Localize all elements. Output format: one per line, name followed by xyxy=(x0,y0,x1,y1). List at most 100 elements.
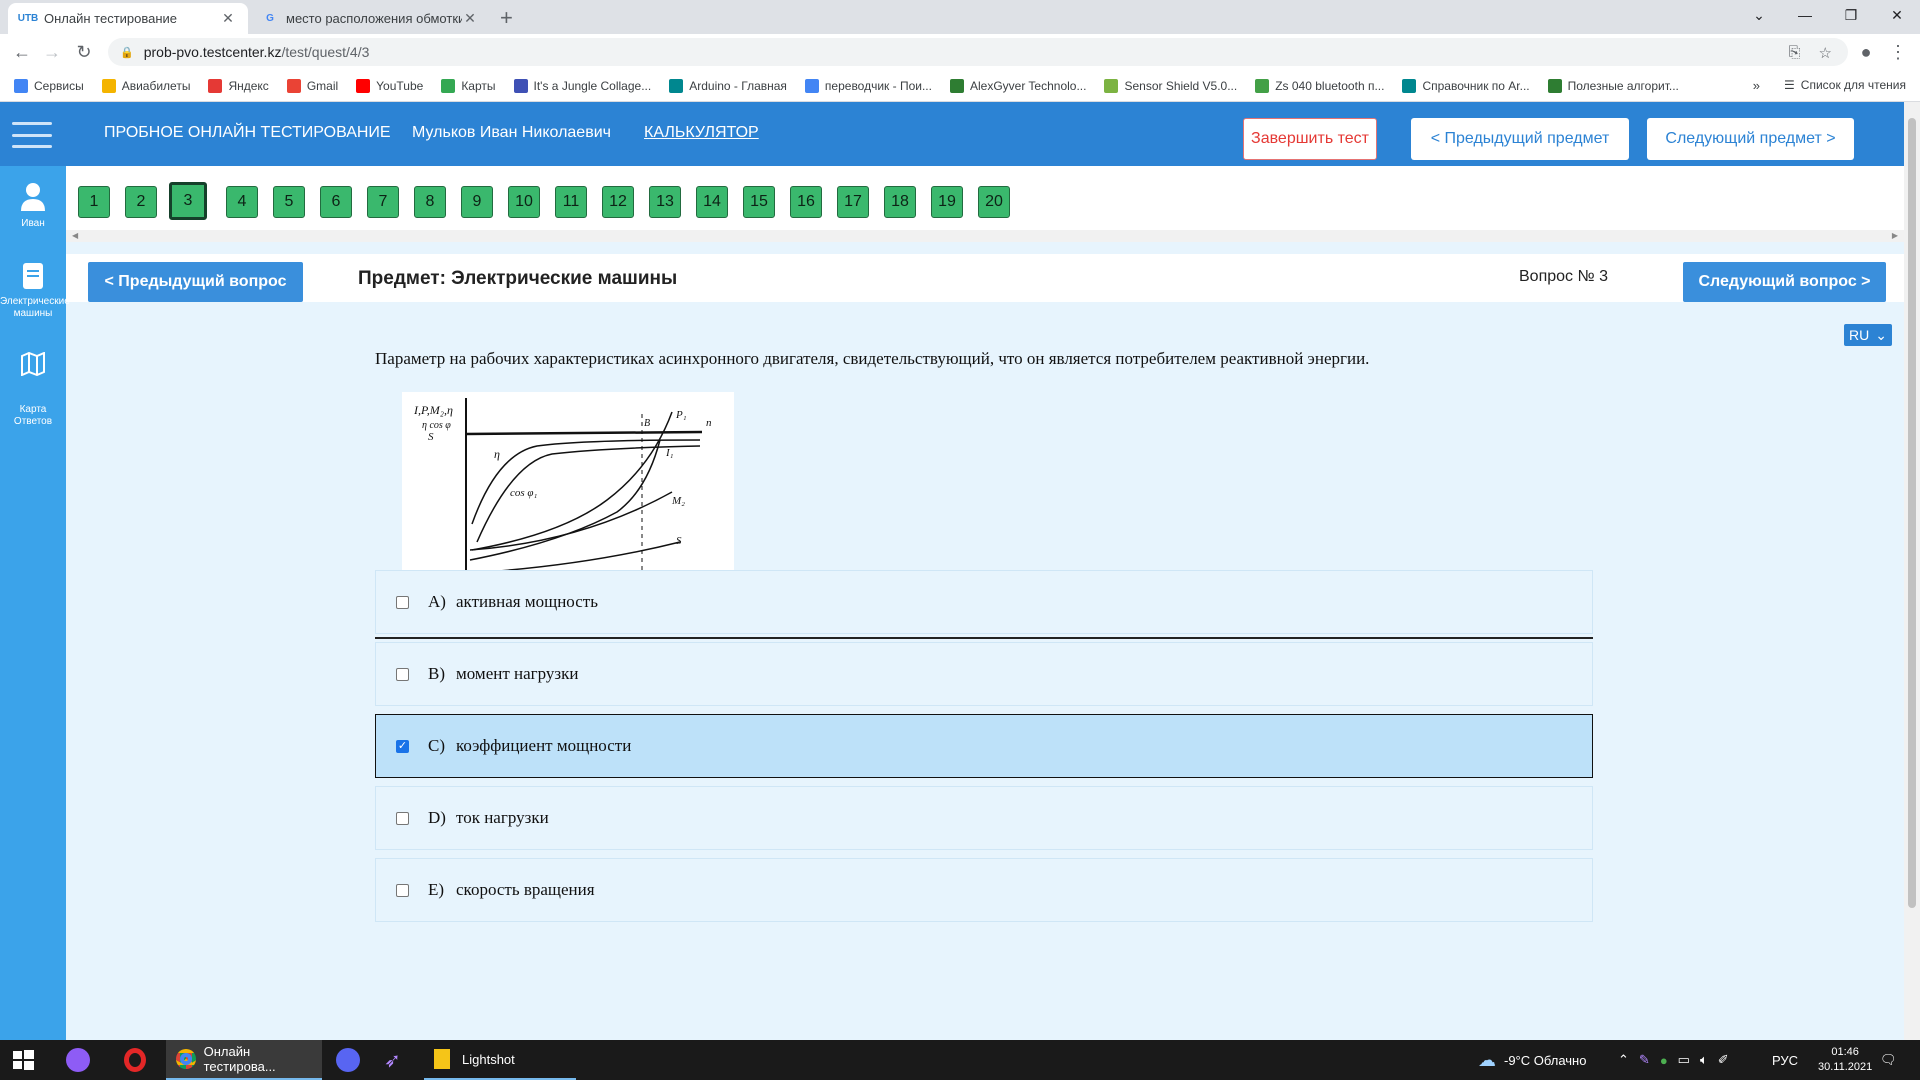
restore-button[interactable]: ❐ xyxy=(1828,0,1874,30)
answer-option[interactable]: D) ток нагрузки xyxy=(375,786,1593,850)
taskbar-app-lightshot[interactable]: Lightshot xyxy=(424,1040,576,1080)
bookmark-item[interactable]: It's a Jungle Collage... xyxy=(513,78,651,93)
question-number-button-10[interactable]: 10 xyxy=(508,186,540,218)
aura-app-icon[interactable] xyxy=(66,1040,90,1080)
checkbox[interactable] xyxy=(396,883,409,897)
url-input[interactable]: 🔒 prob-pvo.testcenter.kz /test/quest/4/3 xyxy=(108,38,1848,66)
notifications-icon[interactable]: 🗨︎ xyxy=(1880,1040,1897,1080)
language-select[interactable]: RU ⌄ xyxy=(1844,324,1892,346)
finish-test-button[interactable]: Завершить тест xyxy=(1243,118,1377,160)
question-number-button-15[interactable]: 15 xyxy=(743,186,775,218)
prev-subject-button[interactable]: < Предыдущий предмет xyxy=(1411,118,1629,160)
menu-kebab-icon[interactable]: ⋮ xyxy=(1886,40,1910,64)
sidebar-item-user[interactable]: Иван xyxy=(0,182,66,230)
pen-input-icon[interactable]: ✐ xyxy=(1718,1052,1729,1068)
bookmark-item[interactable]: Авиабилеты xyxy=(101,78,190,93)
pen-icon[interactable]: ✎ xyxy=(1639,1052,1650,1068)
checkbox[interactable] xyxy=(396,595,409,609)
taskbar-app-chrome[interactable]: Онлайн тестирова... xyxy=(166,1040,322,1080)
forward-arrow-icon[interactable]: → xyxy=(40,40,64,64)
bookmark-item[interactable]: Карты xyxy=(441,78,496,93)
minimize-button[interactable]: — xyxy=(1782,0,1828,30)
back-arrow-icon[interactable]: ← xyxy=(10,40,34,64)
question-number-button-5[interactable]: 5 xyxy=(273,186,305,218)
bookmark-item[interactable]: переводчик - Пои... xyxy=(804,78,932,93)
shield-check-icon[interactable]: ● xyxy=(1660,1053,1668,1068)
bookmark-item[interactable]: Arduino - Главная xyxy=(669,78,787,93)
reload-icon[interactable]: ↻ xyxy=(72,40,96,64)
bookmark-item[interactable]: Яндекс xyxy=(208,78,269,93)
bookmark-item[interactable]: Gmail xyxy=(286,78,338,93)
tab-search[interactable]: G место расположения обмотки ✕ xyxy=(250,3,490,34)
answer-option[interactable]: A) активная мощность xyxy=(375,570,1593,634)
question-number-button-4[interactable]: 4 xyxy=(226,186,258,218)
volume-icon[interactable]: 🔈︎ xyxy=(1700,1052,1708,1068)
question-number-button-16[interactable]: 16 xyxy=(790,186,822,218)
weather-widget[interactable]: ☁ -9°C Облачно xyxy=(1478,1040,1586,1080)
bookmark-item[interactable]: YouTube xyxy=(356,78,423,93)
close-icon[interactable]: ✕ xyxy=(220,10,236,27)
sidebar-item-answer-map[interactable]: Карта Ответов xyxy=(0,352,66,428)
answer-option[interactable]: E) скорость вращения xyxy=(375,858,1593,922)
input-language[interactable]: РУС xyxy=(1772,1040,1798,1080)
translate-icon[interactable]: ⎘ xyxy=(1789,44,1801,62)
scroll-left-icon[interactable]: ◀ xyxy=(72,231,78,240)
bookmark-item[interactable]: Справочник по Ar... xyxy=(1402,78,1530,93)
discord-icon[interactable] xyxy=(336,1040,360,1080)
question-number-button-9[interactable]: 9 xyxy=(461,186,493,218)
prev-question-button[interactable]: < Предыдущий вопрос xyxy=(88,262,303,302)
sidebar-item-subject[interactable]: Электрические машины xyxy=(0,262,70,320)
horizontal-scrollbar[interactable]: ◀ ▶ xyxy=(66,230,1904,242)
question-number-button-17[interactable]: 17 xyxy=(837,186,869,218)
bookmark-item[interactable]: Zs 040 bluetooth п... xyxy=(1255,78,1384,93)
question-number-button-1[interactable]: 1 xyxy=(78,186,110,218)
bookmark-item[interactable]: Полезные алгорит... xyxy=(1547,78,1679,93)
lock-icon: 🔒 xyxy=(120,46,134,59)
scrollbar-thumb[interactable] xyxy=(1908,118,1916,908)
clock[interactable]: 01:46 30.11.2021 xyxy=(1818,1040,1872,1080)
hamburger-menu-icon[interactable] xyxy=(12,122,52,148)
question-number-button-20[interactable]: 20 xyxy=(978,186,1010,218)
tab-online-testing[interactable]: UTB Онлайн тестирование ✕ xyxy=(8,3,248,34)
profile-avatar-icon[interactable]: ● xyxy=(1854,40,1878,64)
figure-label-s: S xyxy=(676,535,682,547)
vertical-scrollbar[interactable] xyxy=(1904,102,1920,1040)
bookmarks-more-button[interactable]: » xyxy=(1753,78,1760,93)
new-tab-button[interactable]: + xyxy=(500,5,513,31)
question-number-button-18[interactable]: 18 xyxy=(884,186,916,218)
checkbox[interactable] xyxy=(396,667,409,681)
checkbox-checked[interactable]: ✓ xyxy=(396,739,409,753)
opera-icon[interactable] xyxy=(124,1040,146,1080)
question-number-button-6[interactable]: 6 xyxy=(320,186,352,218)
question-number-button-12[interactable]: 12 xyxy=(602,186,634,218)
answer-option[interactable]: B) момент нагрузки xyxy=(375,642,1593,706)
question-number-button-14[interactable]: 14 xyxy=(696,186,728,218)
chevron-up-icon[interactable]: ⌃ xyxy=(1618,1052,1629,1068)
close-icon[interactable]: ✕ xyxy=(462,10,478,27)
reading-list-button[interactable]: ☰ Список для чтения xyxy=(1784,78,1906,92)
question-number-button-19[interactable]: 19 xyxy=(931,186,963,218)
tab-search-chevron-icon[interactable]: ⌄ xyxy=(1736,0,1782,30)
star-icon[interactable]: ☆ xyxy=(1819,44,1832,62)
bookmark-item[interactable]: Sensor Shield V5.0... xyxy=(1104,78,1237,93)
top-header: ПРОБНОЕ ОНЛАЙН ТЕСТИРОВАНИЕ Мульков Иван… xyxy=(0,102,1904,166)
question-number-button-11[interactable]: 11 xyxy=(555,186,587,218)
question-number-button-2[interactable]: 2 xyxy=(125,186,157,218)
close-window-button[interactable]: ✕ xyxy=(1874,0,1920,30)
next-subject-button[interactable]: Следующий предмет > xyxy=(1647,118,1854,160)
figure-label-p1: P₁ xyxy=(675,409,687,421)
question-number-button-8[interactable]: 8 xyxy=(414,186,446,218)
feather-app-icon[interactable]: ➶ xyxy=(384,1040,401,1080)
question-number-button-13[interactable]: 13 xyxy=(649,186,681,218)
calculator-link[interactable]: КАЛЬКУЛЯТОР xyxy=(644,124,759,142)
scroll-right-icon[interactable]: ▶ xyxy=(1892,231,1898,240)
bookmark-item[interactable]: Сервисы xyxy=(14,78,84,93)
next-question-button[interactable]: Следующий вопрос > xyxy=(1683,262,1886,302)
windows-start-icon[interactable] xyxy=(10,1040,36,1080)
question-number-button-3[interactable]: 3 xyxy=(169,182,207,220)
answer-option[interactable]: ✓ C) коэффициент мощности xyxy=(375,714,1593,778)
network-icon[interactable]: ▭ xyxy=(1678,1052,1690,1068)
question-number-button-7[interactable]: 7 xyxy=(367,186,399,218)
bookmark-item[interactable]: AlexGyver Technolo... xyxy=(949,78,1086,93)
checkbox[interactable] xyxy=(396,811,409,825)
